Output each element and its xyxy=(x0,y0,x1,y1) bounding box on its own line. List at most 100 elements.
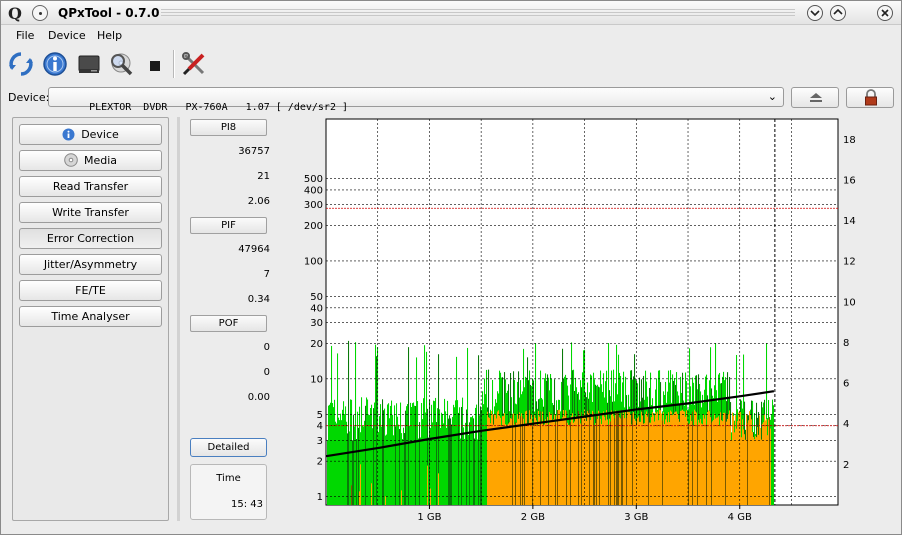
device-select-value: PLEXTOR DVDR PX-760A 1.07 [ /dev/sr2 ] xyxy=(89,102,349,113)
pi8-bar xyxy=(327,440,329,505)
nav-media-label: Media xyxy=(83,154,118,167)
pif-bar xyxy=(565,410,567,505)
nav-write-transfer-button[interactable]: Write Transfer xyxy=(19,202,162,223)
pi8-bar xyxy=(383,410,385,505)
y-right-tick-label: 14 xyxy=(843,216,856,227)
nav-error-correction-button[interactable]: Error Correction xyxy=(19,228,162,249)
pif-bar xyxy=(658,420,660,505)
pif-bar xyxy=(716,417,718,505)
pif-bar xyxy=(711,422,713,505)
pif-bar xyxy=(558,410,560,505)
eject-button[interactable] xyxy=(791,87,839,108)
pof-max: 0 xyxy=(263,367,270,378)
pi8-bar xyxy=(446,427,448,505)
nav-device-button[interactable]: Device xyxy=(19,124,162,145)
pif-bar xyxy=(534,415,536,505)
x-tick-label: 3 GB xyxy=(624,512,648,523)
maximize-button[interactable] xyxy=(830,5,846,21)
pif-bar xyxy=(682,409,684,505)
pif-bar xyxy=(588,413,590,505)
pif-bar xyxy=(748,420,750,505)
lock-button[interactable] xyxy=(846,87,894,108)
pif-bar xyxy=(512,414,514,505)
pi8-bar xyxy=(483,404,485,505)
y-left-tick-label: 4 xyxy=(317,421,323,432)
pif-bar xyxy=(722,421,724,505)
scan-icon[interactable] xyxy=(107,50,135,78)
pif-bar xyxy=(570,421,572,505)
menu-help[interactable]: Help xyxy=(97,29,122,42)
minimize-button[interactable] xyxy=(807,5,823,21)
toolbar xyxy=(1,45,901,83)
menu-bar: File Device Help xyxy=(1,26,901,45)
tools-icon[interactable] xyxy=(180,50,208,78)
pif-bar xyxy=(750,415,752,505)
pif-bar xyxy=(689,423,691,505)
info-icon[interactable] xyxy=(41,50,69,78)
pif-bar xyxy=(631,424,633,505)
pif-bar xyxy=(770,428,772,505)
nav-jitter-asymmetry-button[interactable]: Jitter/Asymmetry xyxy=(19,254,162,275)
pif-bar xyxy=(719,425,721,505)
pif-bar xyxy=(660,410,662,505)
drive-icon[interactable] xyxy=(75,50,103,78)
pif-bar xyxy=(734,432,736,505)
pif-bar xyxy=(659,409,661,505)
refresh-icon[interactable] xyxy=(7,50,35,78)
pof-total: 0 xyxy=(263,342,270,353)
pin-button[interactable] xyxy=(32,5,48,21)
pi8-bar xyxy=(474,438,476,505)
nav-fe-te-button[interactable]: FE/TE xyxy=(19,280,162,301)
pif-bar xyxy=(624,418,626,505)
pif-bar xyxy=(597,419,599,505)
pif-bar xyxy=(590,419,592,505)
pi8-bar xyxy=(349,431,351,505)
detailed-button[interactable]: Detailed xyxy=(190,438,267,457)
pif-bar xyxy=(644,423,646,505)
pif-bar xyxy=(623,412,625,505)
y-left-tick-label: 100 xyxy=(304,256,323,267)
pif-bar xyxy=(720,412,722,505)
menu-device[interactable]: Device xyxy=(48,29,86,42)
title-decoration xyxy=(161,9,795,17)
pi8-bar xyxy=(362,425,364,505)
pif-bar xyxy=(532,425,534,505)
close-button[interactable] xyxy=(877,5,893,21)
y-left-tick-label: 200 xyxy=(304,221,323,232)
pif-bar xyxy=(622,415,624,505)
pif-bar xyxy=(690,414,692,505)
pi8-bar xyxy=(420,437,422,505)
pi8-bar xyxy=(433,400,435,505)
y-left-tick-label: 400 xyxy=(304,185,323,196)
pi8-bar xyxy=(409,425,411,505)
device-select[interactable]: PLEXTOR DVDR PX-760A 1.07 [ /dev/sr2 ] ⌄ xyxy=(48,87,784,113)
pi8-bar xyxy=(407,404,409,505)
stop-icon[interactable] xyxy=(141,50,169,78)
pif-bar xyxy=(579,415,581,505)
pi8-bar xyxy=(374,402,376,505)
menu-file[interactable]: File xyxy=(16,29,34,42)
pi8-bar xyxy=(455,400,457,505)
pif-bar xyxy=(766,418,768,505)
nav-time-analyser-button[interactable]: Time Analyser xyxy=(19,306,162,327)
x-tick-label: 2 GB xyxy=(521,512,545,523)
pi8-bar xyxy=(486,369,488,505)
pif-bar xyxy=(758,434,760,505)
nav-read-transfer-button[interactable]: Read Transfer xyxy=(19,176,162,197)
pif-bar xyxy=(521,413,523,505)
pi8-bar xyxy=(411,407,413,505)
pif-bar xyxy=(523,418,525,505)
nav-media-button[interactable]: Media xyxy=(19,150,162,171)
disc-icon xyxy=(64,153,78,167)
pif-bar xyxy=(493,424,495,505)
pif-bar xyxy=(751,419,753,505)
info-icon xyxy=(62,128,75,140)
pif-bar xyxy=(533,425,535,505)
pif-bar xyxy=(573,422,575,505)
pif-bar xyxy=(531,414,533,505)
pif-bar xyxy=(761,439,763,505)
pif-bar xyxy=(576,417,578,505)
pi8-bar xyxy=(439,409,441,505)
pi8-bar xyxy=(403,427,405,505)
pi8-bar xyxy=(364,420,366,505)
